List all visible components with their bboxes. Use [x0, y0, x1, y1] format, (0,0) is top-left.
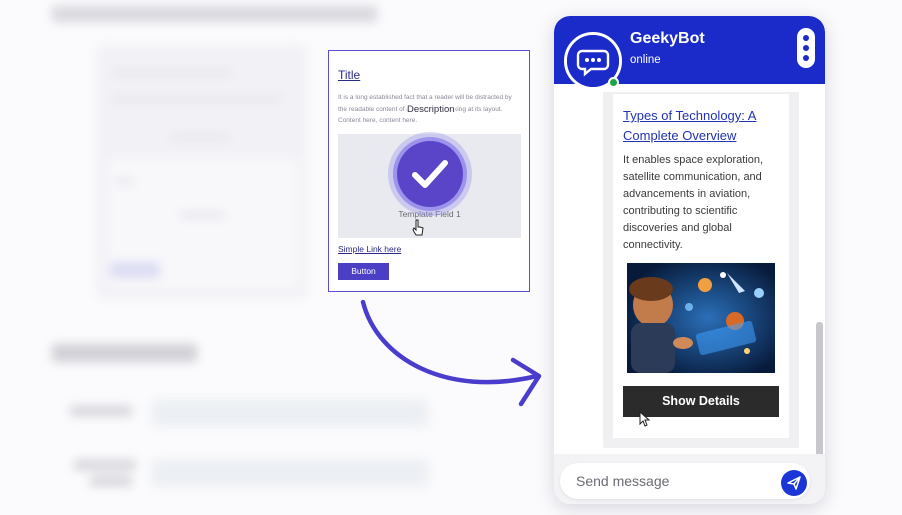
blurred-line	[180, 212, 225, 218]
message-image	[627, 263, 775, 373]
blurred-line	[112, 96, 282, 102]
blurred-heading	[52, 6, 377, 22]
chat-scrollbar[interactable]	[816, 322, 823, 466]
chat-messages[interactable]: Types of Technology: A Complete Overview…	[554, 84, 825, 454]
bot-status: online	[630, 54, 661, 66]
mouse-pointer-icon	[412, 219, 424, 236]
blurred-label	[70, 406, 132, 416]
blurred-line	[170, 134, 230, 140]
template-description-label: Description	[407, 104, 455, 115]
chat-footer	[554, 454, 825, 504]
blurred-line	[112, 70, 232, 76]
message-text: It enables space exploration, satellite …	[623, 154, 764, 251]
mouse-pointer-icon	[639, 411, 651, 427]
kebab-menu-icon[interactable]	[797, 28, 815, 68]
screen: Title It is a long established fact that…	[0, 0, 902, 515]
blurred-label	[90, 476, 132, 486]
message-input[interactable]	[560, 463, 810, 499]
template-link[interactable]: Simple Link here	[338, 244, 401, 254]
curved-arrow-icon	[360, 299, 542, 407]
blurred-section-title	[52, 344, 197, 362]
blurred-line	[116, 178, 134, 184]
template-title[interactable]: Title	[338, 68, 360, 82]
message-title-link[interactable]: Types of Technology: A Complete Overview	[623, 106, 783, 146]
blurred-field	[152, 460, 428, 486]
message-card: Types of Technology: A Complete Overview…	[613, 94, 789, 438]
template-button[interactable]: Button	[338, 263, 389, 280]
blurred-chip	[110, 262, 160, 278]
bot-name: GeekyBot	[630, 30, 705, 47]
check-icon	[397, 141, 463, 207]
online-status-dot	[608, 77, 619, 88]
send-icon[interactable]	[781, 470, 807, 496]
blurred-label	[74, 460, 136, 470]
